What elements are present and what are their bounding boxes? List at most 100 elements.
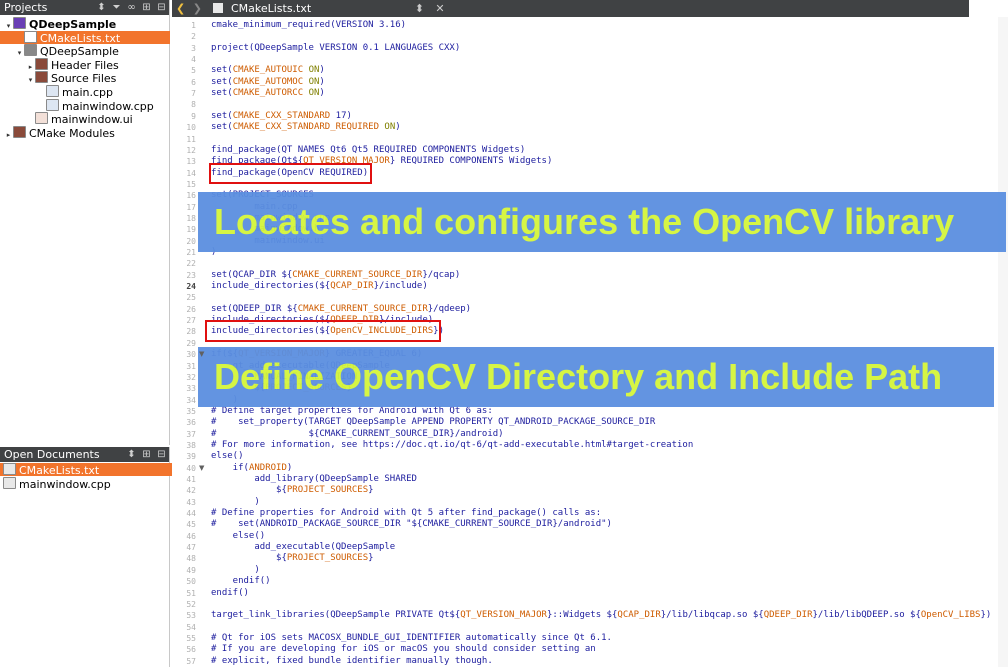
tree-item-label: CMakeLists.txt xyxy=(40,31,121,45)
code-line: endif() xyxy=(211,576,271,587)
line-number: 21 xyxy=(186,248,196,257)
open-document-item[interactable]: mainwindow.cpp xyxy=(0,477,173,491)
code-line: ) xyxy=(211,496,260,507)
line-number: 29 xyxy=(186,338,196,348)
tree-item-label: QDeepSample xyxy=(29,18,117,31)
open-document-label: mainwindow.cpp xyxy=(19,478,111,491)
code-line: # set_property(TARGET QDeepSample APPEND… xyxy=(211,417,656,428)
filter-icon[interactable]: ⏷ xyxy=(109,0,124,15)
line-number: 37 xyxy=(186,429,196,439)
line-number: 43 xyxy=(186,497,196,507)
tree-item[interactable]: main.cpp xyxy=(0,85,170,99)
line-number: 14 xyxy=(186,168,196,178)
forward-icon[interactable]: ❯ xyxy=(193,2,202,15)
tab-close-icon[interactable]: ✕ xyxy=(435,2,444,15)
folder-icon xyxy=(35,71,48,84)
code-line: # For more information, see https://doc.… xyxy=(211,439,694,450)
document-tab[interactable]: CMakeLists.txt ⬍ ✕ xyxy=(213,0,445,17)
line-number: 7 xyxy=(191,89,196,99)
fold-marker-icon[interactable]: ▼ xyxy=(199,464,204,472)
folder-icon xyxy=(35,57,48,70)
tree-item-label: Header Files xyxy=(51,58,119,72)
line-number: 28 xyxy=(186,327,196,337)
code-line: set(QDEEP_DIR ${CMAKE_CURRENT_SOURCE_DIR… xyxy=(211,303,472,314)
close-panel-icon[interactable]: ⊟ xyxy=(154,447,169,462)
line-number: 22 xyxy=(186,259,196,269)
line-number: 54 xyxy=(186,622,196,632)
folder-icon xyxy=(13,125,26,138)
cmake-file-icon xyxy=(24,30,37,43)
tree-item[interactable]: ▸ CMake Modules xyxy=(0,125,170,142)
line-number: 23 xyxy=(186,270,196,280)
file-icon xyxy=(3,463,16,475)
back-icon[interactable]: ❮ xyxy=(176,2,185,15)
line-number: 52 xyxy=(186,599,196,609)
line-number: 8 xyxy=(191,100,196,110)
editor-scrollbar[interactable] xyxy=(998,17,1008,667)
tree-item-label: Source Files xyxy=(51,72,117,86)
tab-dropdown-icon[interactable]: ⬍ xyxy=(415,2,424,15)
code-line: cmake_minimum_required(VERSION 3.16) xyxy=(211,20,407,30)
line-number: 33 xyxy=(186,384,196,394)
line-number: 13 xyxy=(186,157,196,167)
line-number: 45 xyxy=(186,520,196,530)
code-line: endif() xyxy=(211,587,249,598)
tree-item[interactable]: ▸ Header Files xyxy=(0,57,170,72)
line-number: 10 xyxy=(186,123,196,133)
line-number: 1 xyxy=(191,21,196,30)
line-number: 41 xyxy=(186,475,196,484)
line-number: 55 xyxy=(186,633,196,643)
code-line: set(CMAKE_CXX_STANDARD 17) xyxy=(211,110,352,121)
tree-item[interactable]: CMakeLists.txt xyxy=(0,30,170,45)
dropdown-icon[interactable]: ⬍ xyxy=(124,447,139,462)
code-line: set(CMAKE_AUTORCC ON) xyxy=(211,88,325,99)
line-number: 20 xyxy=(186,236,196,246)
fold-marker-icon[interactable]: ▼ xyxy=(199,350,204,358)
line-number: 49 xyxy=(186,565,196,575)
tree-item[interactable]: ▾ Source Files xyxy=(0,71,170,86)
target-icon xyxy=(24,44,37,57)
tree-item-label: mainwindow.ui xyxy=(51,113,133,127)
code-line: # explicit, fixed bundle identifier manu… xyxy=(211,655,493,666)
code-line: # If you are developing for iOS or macOS… xyxy=(211,644,596,655)
tree-item[interactable]: ▾ QDeepSample xyxy=(0,44,170,59)
tree-item[interactable]: ▾ QDeepSample xyxy=(0,17,170,31)
line-number: 16 xyxy=(186,191,196,201)
annotation-banner-bottom: Define OpenCV Directory and Include Path xyxy=(198,347,994,407)
open-documents-title: Open Documents xyxy=(4,448,100,461)
tree-item-label: QDeepSample xyxy=(40,45,119,59)
line-number: 38 xyxy=(186,440,196,450)
code-line: ${PROJECT_SOURCES} xyxy=(211,485,374,496)
annotation-banner-top: Locates and configures the OpenCV librar… xyxy=(198,192,1006,252)
highlight-include-opencv-dirs xyxy=(205,320,441,342)
open-documents-header: Open Documents ⬍ ⊞ ⊟ xyxy=(0,447,169,462)
cmake-file-icon xyxy=(213,3,224,13)
link-icon[interactable]: ∞ xyxy=(124,0,139,15)
expand-arrow-icon[interactable]: ▸ xyxy=(4,129,13,142)
code-line: set(CMAKE_AUTOUIC ON) xyxy=(211,65,325,76)
line-number: 51 xyxy=(186,588,196,598)
line-number: 34 xyxy=(186,395,196,405)
tree-item[interactable]: mainwindow.ui xyxy=(0,112,170,127)
open-document-item[interactable]: CMakeLists.txt xyxy=(0,463,173,477)
document-tab-label: CMakeLists.txt xyxy=(230,2,312,15)
split-icon[interactable]: ⊞ xyxy=(139,0,154,15)
close-panel-icon[interactable]: ⊟ xyxy=(154,0,169,15)
line-number: 9 xyxy=(191,111,196,121)
code-line: find_package(QT NAMES Qt6 Qt5 REQUIRED C… xyxy=(211,144,526,155)
dropdown-icon[interactable]: ⬍ xyxy=(94,0,109,15)
code-line: # ${CMAKE_CURRENT_SOURCE_DIR}/android) xyxy=(211,428,504,439)
line-number: 5 xyxy=(191,66,196,76)
split-icon[interactable]: ⊞ xyxy=(139,447,154,462)
code-line: target_link_libraries(QDeepSample PRIVAT… xyxy=(211,610,992,621)
tree-item-label: CMake Modules xyxy=(29,126,115,140)
line-number: 42 xyxy=(186,486,196,496)
projects-panel: Projects ⬍ ⏷ ∞ ⊞ ⊟ ▾ QDeepSample CMakeList… xyxy=(0,0,170,445)
line-number: 27 xyxy=(186,316,196,326)
code-line: ) xyxy=(211,564,260,575)
line-number: 36 xyxy=(186,418,196,428)
line-number: 25 xyxy=(186,293,196,303)
code-line: project(QDeepSample VERSION 0.1 LANGUAGE… xyxy=(211,42,461,53)
line-number: 18 xyxy=(186,213,196,223)
tree-item[interactable]: mainwindow.cpp xyxy=(0,98,170,113)
